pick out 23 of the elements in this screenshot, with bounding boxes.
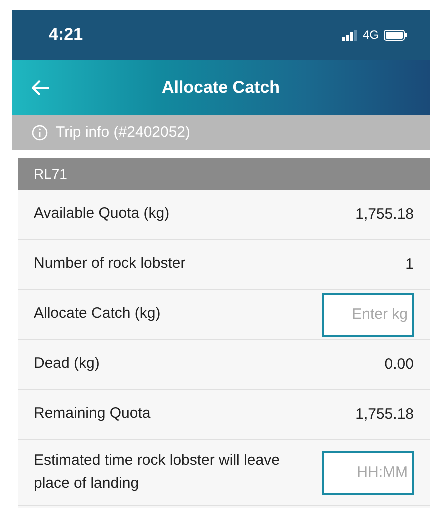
- network-label: 4G: [362, 28, 379, 42]
- screen-title: Allocate Catch: [162, 78, 280, 98]
- row-label: Allocate Catch (kg): [34, 304, 161, 324]
- row-value: 1,755.18: [356, 206, 414, 223]
- back-arrow-icon: [32, 80, 50, 96]
- row-value: 1,755.18: [356, 406, 414, 423]
- input-field[interactable]: HH:MM: [322, 450, 414, 494]
- row-label: Remaining Quota: [34, 404, 151, 424]
- info-icon: [32, 124, 48, 140]
- row-label: Dead (kg): [34, 354, 100, 374]
- row-value: 0.00: [384, 356, 414, 373]
- input-field[interactable]: Enter kg: [322, 292, 414, 336]
- section-title: RL71: [34, 166, 68, 182]
- trip-info-label: Trip info (#2402052): [56, 124, 191, 141]
- battery-icon: [384, 30, 408, 40]
- row-label: Available Quota (kg): [34, 204, 170, 224]
- trip-info-bar[interactable]: Trip info (#2402052): [12, 115, 430, 150]
- status-time: 4:21: [49, 25, 84, 45]
- row-label: Estimated time rock lobster will leave place of landing: [34, 451, 281, 494]
- row-value: 1: [406, 256, 414, 273]
- signal-icon: [342, 30, 358, 40]
- back-button[interactable]: [32, 80, 50, 96]
- row-label: Number of rock lobster: [34, 254, 186, 274]
